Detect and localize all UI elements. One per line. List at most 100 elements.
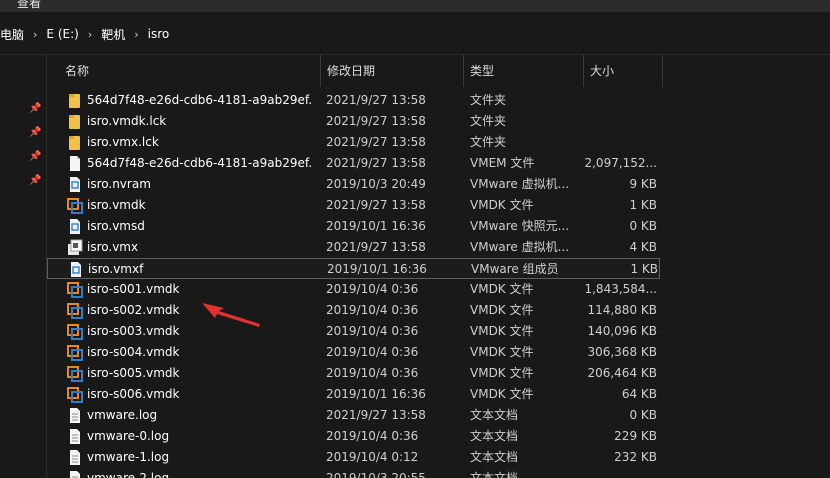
- file-date: 2019/10/4 0:36: [326, 282, 419, 296]
- file-row[interactable]: isro-s002.vmdk 2019/10/4 0:36 VMDK 文件 114,8…: [47, 300, 660, 321]
- file-type: VMDK 文件: [470, 324, 534, 338]
- file-size: 206,464 KB: [587, 366, 657, 380]
- file-row[interactable]: 564d7f48-e26d-cdb6-4181-a9ab29ef... 2021/…: [47, 90, 660, 111]
- vmdk-icon: [67, 386, 83, 403]
- breadcrumb-item-drive[interactable]: E (E:): [41, 27, 83, 41]
- file-row[interactable]: isro.vmdk.lck 2021/9/27 13:58 文件夹: [47, 111, 660, 132]
- file-name: isro.vmsd: [87, 219, 145, 233]
- vmdk-icon: [67, 365, 83, 382]
- column-size[interactable]: 大小: [584, 55, 663, 87]
- file-name: isro.vmdk: [87, 198, 146, 212]
- file-row[interactable]: isro-s004.vmdk 2019/10/4 0:36 VMDK 文件 306,3…: [47, 342, 660, 363]
- file-name: isro-s003.vmdk: [87, 324, 180, 338]
- file-name: vmware-1.log: [87, 450, 170, 464]
- file-row[interactable]: isro-s003.vmdk 2019/10/4 0:36 VMDK 文件 140,0…: [47, 321, 660, 342]
- folder-icon: [67, 134, 83, 151]
- text-document-icon: [67, 449, 83, 466]
- file-date: 2019/10/4 0:36: [326, 324, 419, 338]
- pin-icon[interactable]: 📌: [29, 127, 41, 138]
- file-row[interactable]: 564d7f48-e26d-cdb6-4181-a9ab29ef... 2021/…: [47, 153, 660, 174]
- file-date: 2021/9/27 13:58: [326, 156, 426, 170]
- file-row[interactable]: vmware-1.log 2019/10/4 0:12 文本文档 232 KB: [47, 447, 660, 468]
- file-date: 2021/9/27 13:58: [326, 135, 426, 149]
- file-type: VMware 虚拟机...: [470, 240, 570, 254]
- file-row[interactable]: isro.vmxf 2019/10/1 16:36 VMware 组成员 1 KB: [47, 258, 660, 279]
- breadcrumb-item-pc[interactable]: 电脑: [0, 26, 29, 43]
- file-size: [579, 111, 657, 132]
- column-name[interactable]: 名称: [59, 55, 321, 87]
- file-type: VMDK 文件: [470, 198, 534, 212]
- annotation-arrow-icon: [202, 303, 260, 327]
- file-row[interactable]: vmware-0.log 2019/10/4 0:36 文本文档 229 KB: [47, 426, 660, 447]
- breadcrumb-item-current[interactable]: isro: [143, 27, 175, 41]
- file-size: [579, 90, 657, 111]
- text-document-icon: [67, 428, 83, 445]
- menu-bar: 查看: [0, 0, 830, 12]
- pin-icon[interactable]: 📌: [29, 151, 41, 162]
- pin-icon[interactable]: 📌: [29, 103, 41, 114]
- vmdk-icon: [67, 281, 83, 298]
- file-size: [579, 468, 657, 478]
- file-size: 114,880 KB: [587, 303, 657, 317]
- file-size: 1 KB: [629, 198, 657, 212]
- column-header: ⌃ 名称 修改日期 类型 大小: [47, 55, 830, 87]
- file-name: isro.vmxf: [88, 262, 144, 276]
- file-size: [579, 132, 657, 153]
- file-type: 文件夹: [470, 93, 507, 107]
- file-name: vmware-2.log: [87, 471, 170, 478]
- file-row[interactable]: vmware.log 2021/9/27 13:58 文本文档 0 KB: [47, 405, 660, 426]
- file-row[interactable]: vmware-2.log 2019/10/3 20:55 文本文档: [47, 468, 660, 478]
- vmware-file-icon: [68, 261, 84, 278]
- file-row[interactable]: isro.vmx 2021/9/27 13:58 VMware 虚拟机... 4 KB: [47, 237, 660, 258]
- file-row[interactable]: isro.vmdk 2021/9/27 13:58 VMDK 文件 1 KB: [47, 195, 660, 216]
- file-row[interactable]: isro-s006.vmdk 2019/10/1 16:36 VMDK 文件 64 K…: [47, 384, 660, 405]
- file-size: 4 KB: [629, 240, 657, 254]
- file-name: isro.vmx.lck: [87, 135, 159, 149]
- file-name: 564d7f48-e26d-cdb6-4181-a9ab29ef...: [87, 156, 312, 170]
- file-type: 文本文档: [470, 471, 519, 478]
- file-row[interactable]: isro.nvram 2019/10/3 20:49 VMware 虚拟机... 9 …: [47, 174, 660, 195]
- file-type: VMware 虚拟机...: [470, 177, 570, 191]
- file-row[interactable]: isro.vmx.lck 2021/9/27 13:58 文件夹: [47, 132, 660, 153]
- file-date: 2019/10/4 0:36: [326, 303, 419, 317]
- breadcrumb-item-folder[interactable]: 靶机: [96, 26, 130, 43]
- file-name: isro-s006.vmdk: [87, 387, 180, 401]
- menu-view[interactable]: 查看: [17, 0, 41, 11]
- file-date: 2021/9/27 13:58: [326, 240, 426, 254]
- file-size: 1,843,584...: [584, 282, 657, 296]
- file-row[interactable]: isro-s005.vmdk 2019/10/4 0:36 VMDK 文件 206,4…: [47, 363, 660, 384]
- vmdk-icon: [67, 197, 83, 214]
- chevron-right-icon[interactable]: ›: [29, 28, 41, 41]
- chevron-right-icon[interactable]: ›: [84, 28, 96, 41]
- pin-icon[interactable]: 📌: [29, 175, 41, 186]
- file-date: 2019/10/1 16:36: [326, 219, 426, 233]
- file-name: isro-s002.vmdk: [87, 303, 180, 317]
- file-name: isro-s004.vmdk: [87, 345, 180, 359]
- file-row[interactable]: isro.vmsd 2019/10/1 16:36 VMware 快照元... 0 K…: [47, 216, 660, 237]
- file-type: VMware 快照元...: [470, 219, 570, 233]
- file-row[interactable]: isro-s001.vmdk 2019/10/4 0:36 VMDK 文件 1,843…: [47, 279, 660, 300]
- file-name: isro.vmx: [87, 240, 139, 254]
- vmdk-icon: [67, 344, 83, 361]
- file-type: VMware 组成员: [471, 262, 559, 276]
- file-size: 140,096 KB: [587, 324, 657, 338]
- file-size: 229 KB: [614, 429, 657, 443]
- file-date: 2019/10/1 16:36: [326, 387, 426, 401]
- file-date: 2019/10/4 0:36: [326, 345, 419, 359]
- column-type[interactable]: 类型: [464, 55, 584, 87]
- file-size: 1 KB: [630, 262, 658, 276]
- file-size: 0 KB: [629, 408, 657, 422]
- file-name: isro.nvram: [87, 177, 151, 191]
- file-type: 文件夹: [470, 135, 507, 149]
- file-date: 2021/9/27 13:58: [326, 93, 426, 107]
- file-date: 2019/10/4 0:36: [326, 366, 419, 380]
- file-name: isro-s005.vmdk: [87, 366, 180, 380]
- address-bar[interactable]: 电脑 › E (E:) › 靶机 › isro: [0, 12, 830, 55]
- file-type: 文本文档: [470, 429, 519, 443]
- file-list: ⌃ 名称 修改日期 类型 大小 564d7f48-e26d-cdb6-4181-…: [46, 55, 830, 478]
- file-date: 2019/10/3 20:55: [326, 471, 426, 478]
- column-date[interactable]: 修改日期: [321, 55, 464, 87]
- vmdk-icon: [67, 323, 83, 340]
- chevron-right-icon[interactable]: ›: [130, 28, 142, 41]
- file-date: 2019/10/4 0:12: [326, 450, 419, 464]
